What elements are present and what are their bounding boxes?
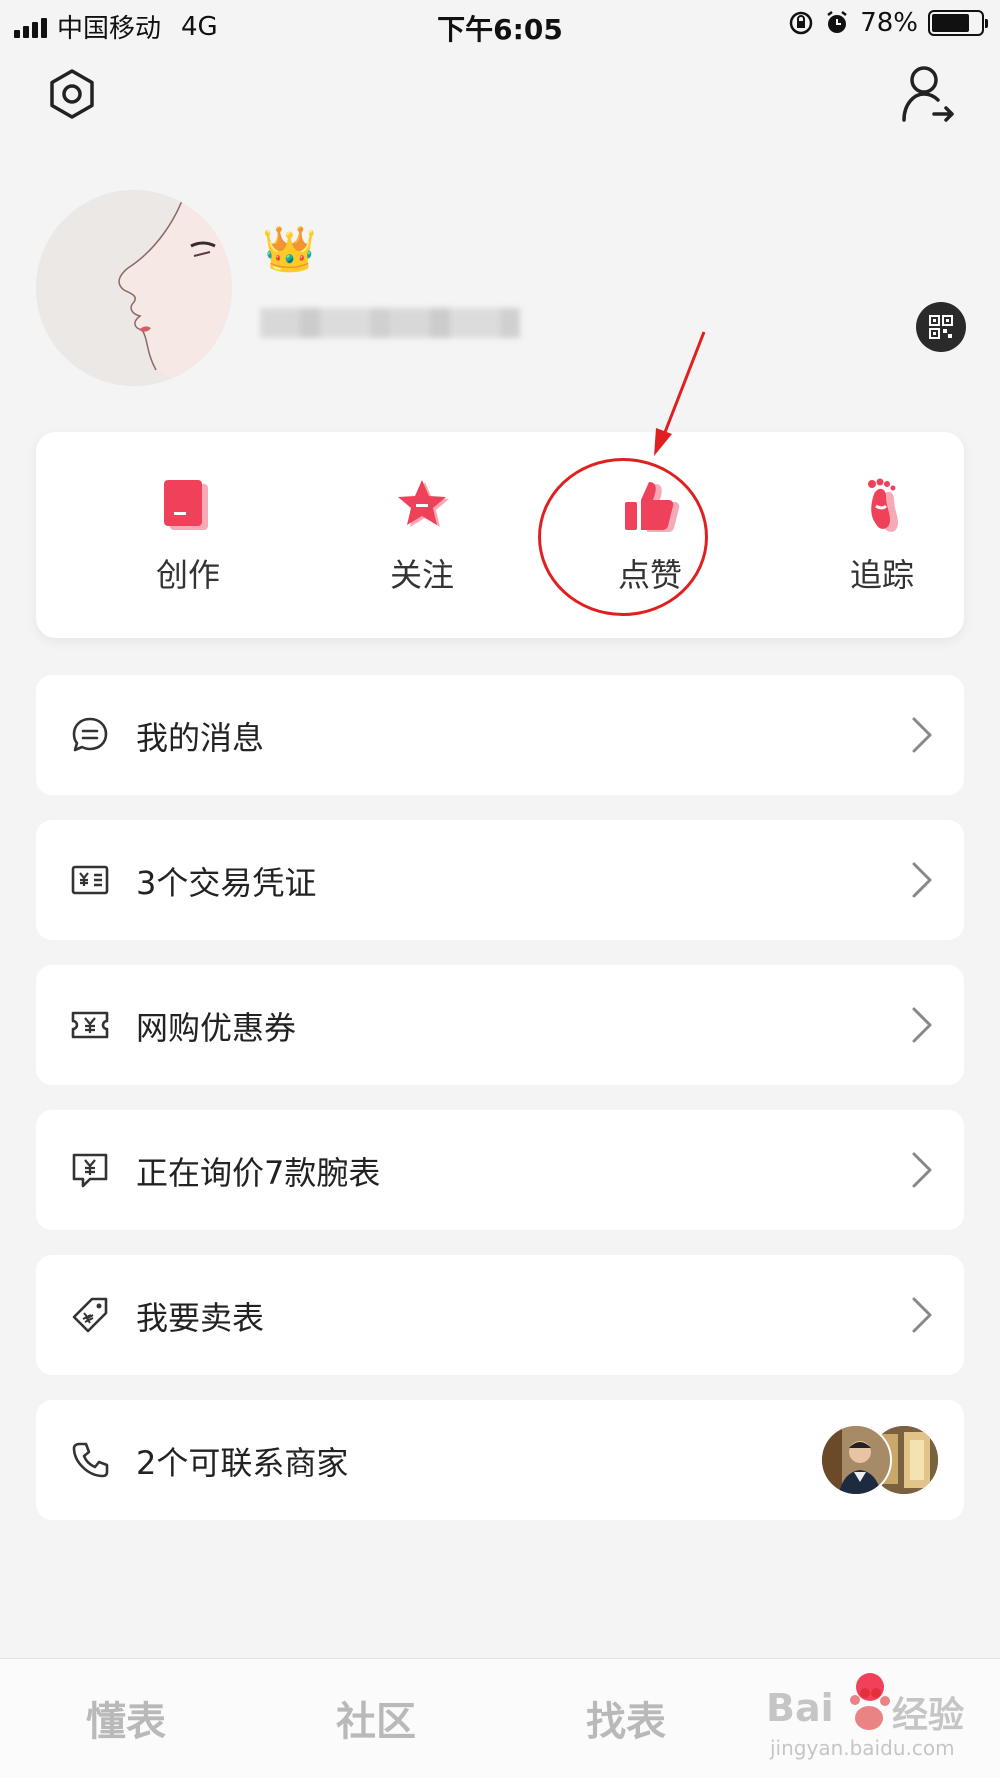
battery-percent: 78% <box>860 8 918 38</box>
stat-label: 追踪 <box>849 556 914 594</box>
switch-account-icon[interactable] <box>900 64 956 126</box>
alarm-icon <box>827 11 847 33</box>
tab-find-watch[interactable]: 找表 <box>546 1689 706 1747</box>
vip-crown-badge: 👑 <box>262 224 317 275</box>
menu-label: 正在询价7款腕表 <box>136 1154 381 1192</box>
avatar-illustration <box>36 190 232 386</box>
stat-creation[interactable]: 创作 <box>98 476 278 596</box>
menu-row-messages[interactable]: 我的消息 <box>36 675 964 795</box>
chevron-right-icon <box>912 1007 932 1043</box>
status-right: 78% <box>788 8 988 38</box>
inquiry-icon <box>72 1153 108 1188</box>
menu-label: 我要卖表 <box>136 1299 265 1337</box>
phone-icon <box>72 1442 109 1478</box>
chevron-right-icon <box>912 717 932 753</box>
menu-label: 2个可联系商家 <box>136 1444 349 1482</box>
document-icon <box>164 480 208 530</box>
tab-dongbiao[interactable]: 懂表 <box>46 1689 206 1747</box>
receipt-icon <box>71 865 109 895</box>
watermark-url: jingyan.baidu.com <box>770 1736 955 1760</box>
blurred-username <box>260 308 520 338</box>
watermark: Bai 经验 jingyan.baidu.com <box>766 1684 986 1768</box>
avatar[interactable] <box>36 190 232 386</box>
qr-code-icon <box>929 315 953 339</box>
menu-label: 网购优惠券 <box>136 1009 297 1047</box>
footprint-icon <box>868 478 898 532</box>
status-bar: 中国移动 4G 下午6:05 78% <box>0 0 1000 50</box>
menu-label: 3个交易凭证 <box>136 864 317 902</box>
menu-row-sell-watch[interactable]: 我要卖表 <box>36 1255 964 1375</box>
coupon-icon <box>71 1011 109 1039</box>
annotation-arrow <box>654 331 706 456</box>
menu-row-price-inquiry[interactable]: 正在询价7款腕表 <box>36 1110 964 1230</box>
battery-icon <box>928 10 988 36</box>
annotation-circle <box>538 458 708 616</box>
watermark-brand: Bai <box>766 1686 834 1730</box>
menu-row-contact-merchants[interactable]: 2个可联系商家 <box>36 1400 964 1520</box>
menu-row-transaction-receipts[interactable]: 3个交易凭证 <box>36 820 964 940</box>
stats-card: 创作 关注 点赞 追踪 <box>36 432 964 638</box>
menu-label: 我的消息 <box>136 719 265 757</box>
menu-row-coupons[interactable]: 网购优惠券 <box>36 965 964 1085</box>
tag-icon <box>72 1297 108 1333</box>
rotation-lock-icon <box>789 11 813 35</box>
chevron-right-icon <box>912 862 932 898</box>
stat-follow[interactable]: 关注 <box>332 476 512 596</box>
watermark-brand-2: 经验 <box>892 1695 965 1736</box>
chevron-right-icon <box>912 1152 932 1188</box>
settings-icon[interactable] <box>46 68 98 120</box>
tab-community[interactable]: 社区 <box>296 1689 456 1747</box>
chevron-right-icon <box>912 1297 932 1333</box>
stat-label: 关注 <box>389 556 454 594</box>
merchant-avatar <box>820 1424 892 1496</box>
qr-code-button[interactable] <box>916 302 966 352</box>
stat-label: 创作 <box>155 556 220 594</box>
paw-logo-icon <box>850 1688 890 1730</box>
stat-tracking[interactable]: 追踪 <box>792 476 972 596</box>
message-icon <box>72 717 108 752</box>
star-icon <box>398 480 449 527</box>
merchant-avatars[interactable] <box>820 1424 940 1496</box>
